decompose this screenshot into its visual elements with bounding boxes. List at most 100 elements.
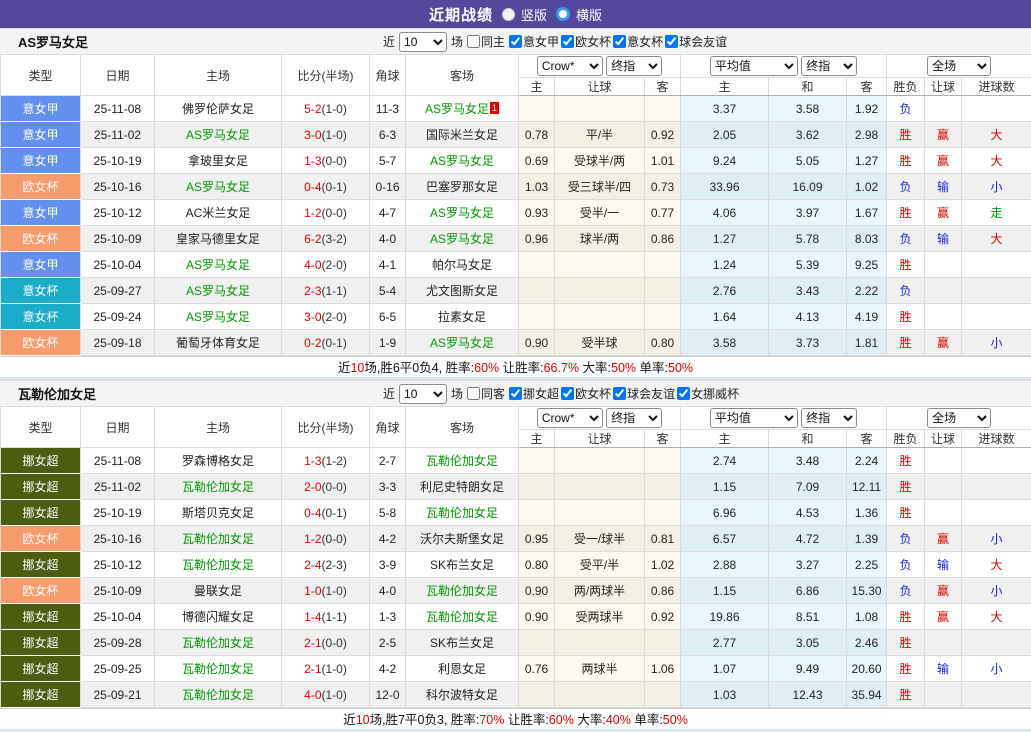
result-winlose: 胜: [887, 122, 925, 148]
league-filter[interactable]: 意女杯: [611, 33, 663, 50]
result-winlose: 胜: [887, 630, 925, 656]
euro-away-odds: 35.94: [847, 682, 887, 708]
league-filter-checkbox[interactable]: [509, 387, 522, 400]
league-filter[interactable]: 意女甲: [507, 33, 559, 50]
recent-count-select[interactable]: 10: [399, 32, 447, 52]
bookmaker-select[interactable]: Crow*: [537, 408, 603, 428]
league-filter[interactable]: 女挪威杯: [675, 385, 739, 402]
scope-select[interactable]: 全场: [927, 56, 991, 76]
match-score: 3-0(1-0): [282, 122, 370, 148]
home-team: 斯塔贝克女足: [155, 500, 282, 526]
away-team: AS罗马女足1: [406, 96, 519, 122]
league-filter[interactable]: 欧女杯: [559, 33, 611, 50]
match-date: 25-09-21: [81, 682, 155, 708]
final-odds-select[interactable]: 终指: [801, 408, 857, 428]
match-score: 0-4(0-1): [282, 174, 370, 200]
league-badge: 挪女超: [1, 656, 81, 682]
match-row: 挪女超25-09-25瓦勒伦加女足2-1(1-0)4-2利恩女足0.76两球半1…: [1, 656, 1031, 682]
result-handicap: [925, 304, 962, 330]
col-score: 比分(半场): [282, 55, 370, 96]
col-result-goals: 进球数: [962, 78, 1031, 96]
euro-away-odds: 20.60: [847, 656, 887, 682]
average-odds-select[interactable]: 平均值: [710, 408, 798, 428]
ah-home-odds: [519, 474, 555, 500]
away-team: 瓦勒伦加女足: [406, 578, 519, 604]
recent-count-select[interactable]: 10: [399, 384, 447, 404]
euro-draw-odds: 9.49: [769, 656, 847, 682]
euro-odds-select-group: 平均值 终指: [681, 407, 887, 430]
league-filter-checkbox[interactable]: [561, 387, 574, 400]
final-index-select[interactable]: 终指: [606, 408, 662, 428]
scope-select-group: 全场: [887, 55, 1031, 78]
result-goals: 大: [962, 148, 1031, 174]
scope-select[interactable]: 全场: [927, 408, 991, 428]
filter-controls: 近 10 场 同主 意女甲欧女杯意女杯球会友谊: [383, 29, 727, 54]
home-team: 瓦勒伦加女足: [155, 682, 282, 708]
league-filter-checkbox[interactable]: [613, 35, 626, 48]
league-filter[interactable]: 球会友谊: [663, 33, 727, 50]
horizontal-radio[interactable]: [556, 7, 570, 21]
league-badge: 挪女超: [1, 604, 81, 630]
corner-score: 5-8: [370, 500, 406, 526]
league-filter-label: 欧女杯: [575, 33, 611, 50]
vertical-radio-label: 竖版: [521, 5, 547, 24]
euro-away-odds: 15.30: [847, 578, 887, 604]
result-goals: [962, 252, 1031, 278]
same-venue-filter[interactable]: 同客: [465, 385, 505, 402]
average-odds-select[interactable]: 平均值: [710, 56, 798, 76]
league-filter-checkbox[interactable]: [561, 35, 574, 48]
euro-away-odds: 2.25: [847, 552, 887, 578]
ah-away-odds: [645, 252, 681, 278]
result-winlose: 胜: [887, 604, 925, 630]
result-handicap: 输: [925, 174, 962, 200]
match-row: 意女甲25-10-12AC米兰女足1-2(0-0)4-7AS罗马女足0.93受半…: [1, 200, 1031, 226]
euro-draw-odds: 3.05: [769, 630, 847, 656]
euro-home-odds: 2.05: [681, 122, 769, 148]
match-row: 意女甲25-10-04AS罗马女足4-0(2-0)4-1帕尔马女足1.245.3…: [1, 252, 1031, 278]
league-filter[interactable]: 欧女杯: [559, 385, 611, 402]
page-title: 近期战绩: [429, 4, 493, 25]
home-team: AC米兰女足: [155, 200, 282, 226]
result-goals: 大: [962, 604, 1031, 630]
corner-score: 4-0: [370, 226, 406, 252]
euro-draw-odds: 3.97: [769, 200, 847, 226]
ah-away-odds: 1.01: [645, 148, 681, 174]
corner-score: 6-3: [370, 122, 406, 148]
match-date: 25-10-12: [81, 552, 155, 578]
away-team: SK布兰女足: [406, 630, 519, 656]
away-team: 巴塞罗那女足: [406, 174, 519, 200]
euro-home-odds: 3.37: [681, 96, 769, 122]
home-team: 瓦勒伦加女足: [155, 474, 282, 500]
same-venue-checkbox[interactable]: [467, 35, 480, 48]
league-filter-checkbox[interactable]: [665, 35, 678, 48]
match-date: 25-09-18: [81, 330, 155, 356]
home-team: 瓦勒伦加女足: [155, 552, 282, 578]
summary-stat-value: 70%: [479, 713, 504, 727]
bookmaker-select[interactable]: Crow*: [537, 56, 603, 76]
league-filter[interactable]: 球会友谊: [611, 385, 675, 402]
result-winlose: 胜: [887, 304, 925, 330]
ah-home-odds: [519, 252, 555, 278]
stats-summary: 近10场,胜6平0负4, 胜率:60% 让胜率:66.7% 大率:50% 单率:…: [0, 356, 1031, 380]
league-filter-checkbox[interactable]: [613, 387, 626, 400]
league-filter-checkbox[interactable]: [677, 387, 690, 400]
league-filter-checkbox[interactable]: [509, 35, 522, 48]
euro-home-odds: 2.77: [681, 630, 769, 656]
ah-home-odds: [519, 682, 555, 708]
corner-score: 3-3: [370, 474, 406, 500]
same-venue-checkbox[interactable]: [467, 387, 480, 400]
vertical-radio[interactable]: [502, 8, 515, 21]
euro-away-odds: 1.92: [847, 96, 887, 122]
result-winlose: 胜: [887, 330, 925, 356]
ah-line: [555, 252, 645, 278]
same-venue-filter[interactable]: 同主: [465, 33, 505, 50]
match-date: 25-10-19: [81, 500, 155, 526]
final-index-select[interactable]: 终指: [606, 56, 662, 76]
euro-away-odds: 1.36: [847, 500, 887, 526]
league-filter[interactable]: 挪女超: [507, 385, 559, 402]
ah-home-odds: 0.96: [519, 226, 555, 252]
match-score: 1-2(0-0): [282, 200, 370, 226]
match-score: 1-4(1-1): [282, 604, 370, 630]
final-odds-select[interactable]: 终指: [801, 56, 857, 76]
euro-away-odds: 2.46: [847, 630, 887, 656]
